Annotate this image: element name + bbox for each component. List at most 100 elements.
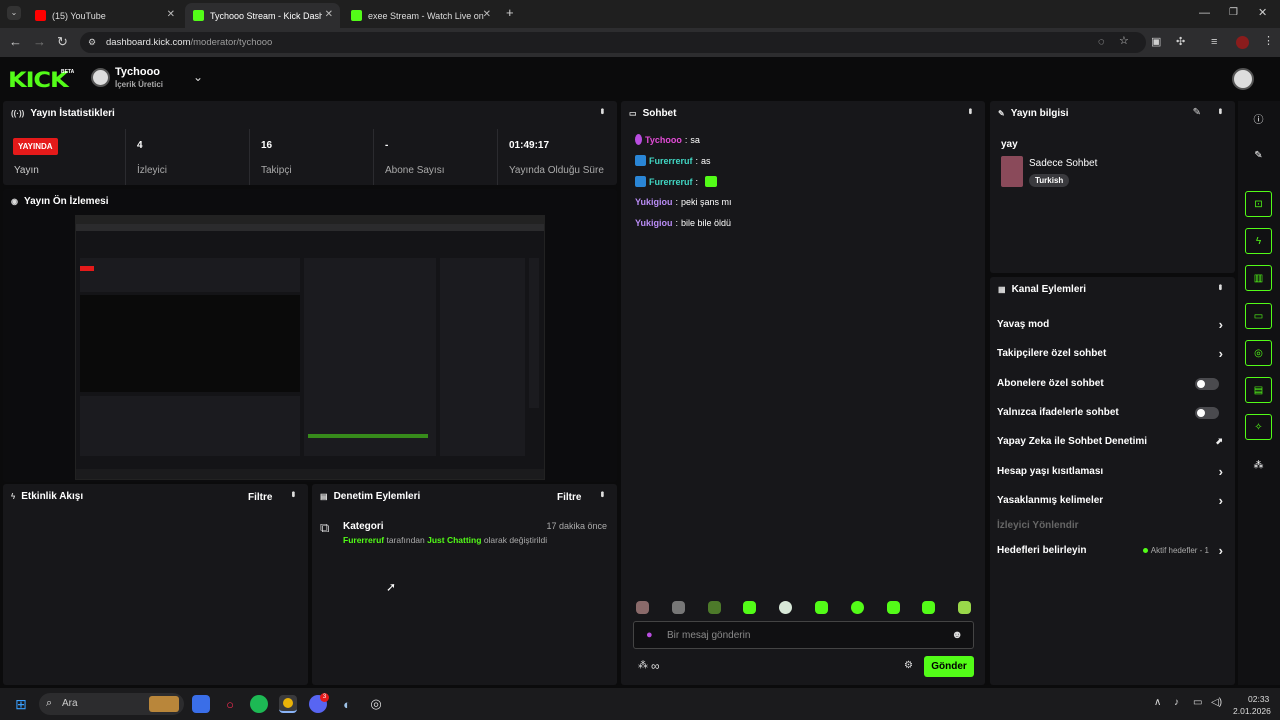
emote-icon[interactable] bbox=[779, 601, 792, 614]
ai-moderation-item[interactable]: Yapay Zeka ile Sohbet Denetimi ⬈ bbox=[997, 436, 1227, 447]
tab-youtube[interactable]: (15) YouTube ✕ bbox=[27, 3, 182, 28]
copilot-icon[interactable] bbox=[192, 695, 210, 713]
log-user[interactable]: Furerreruf bbox=[343, 535, 384, 545]
url-bar[interactable]: dashboard.kick.com/moderator/tychooo bbox=[80, 32, 1146, 53]
preview-channel-actions bbox=[440, 258, 525, 456]
category-thumbnail[interactable] bbox=[1001, 156, 1023, 187]
badges-icon[interactable]: ⁂ bbox=[638, 660, 648, 671]
log-category[interactable]: Just Chatting bbox=[427, 535, 481, 545]
tab-kick-dashboard[interactable]: Tychooo Stream - Kick Dashbo ✕ bbox=[185, 3, 340, 28]
profile-avatar[interactable] bbox=[1236, 36, 1249, 49]
forward-icon[interactable]: → bbox=[33, 35, 46, 48]
emote-icon[interactable] bbox=[708, 601, 721, 614]
chat-input[interactable]: ● Bir mesaj gönderin ☻ bbox=[633, 621, 974, 649]
account-age-item[interactable]: Hesap yaşı kısıtlaması › bbox=[997, 464, 1227, 479]
chat-username[interactable]: Tychooo bbox=[645, 135, 682, 145]
steam-icon[interactable]: ◐ bbox=[338, 695, 356, 713]
eye-off-icon[interactable]: ◌ bbox=[1098, 36, 1105, 48]
channel-switcher-chevron-icon[interactable]: ⌄ bbox=[193, 70, 203, 84]
action-label: Hesap yaşı kısıtlaması bbox=[997, 466, 1104, 477]
browser-menu-icon[interactable]: ⋮ bbox=[1263, 35, 1274, 47]
edit-pencil-icon[interactable]: ✎ bbox=[1193, 107, 1201, 118]
restore-icon[interactable]: ❐ bbox=[1229, 7, 1238, 19]
chat-message[interactable]: Yukigiou: bile bile öldü bbox=[635, 218, 731, 228]
back-icon[interactable]: ← bbox=[9, 35, 22, 48]
moderation-icon[interactable]: ▤ bbox=[1245, 377, 1272, 403]
add-widget-icon[interactable]: ⁂ bbox=[1245, 452, 1272, 478]
new-tab-icon[interactable]: + bbox=[506, 6, 514, 19]
clock-date[interactable]: 2.01.2026 bbox=[1233, 706, 1271, 716]
reload-icon[interactable]: ↻ bbox=[57, 35, 68, 48]
more-icon[interactable]: ••• bbox=[1214, 108, 1225, 113]
chat-username[interactable]: Yukigiou bbox=[635, 218, 673, 228]
more-icon[interactable]: ••• bbox=[596, 108, 607, 113]
goals-item[interactable]: Hedefleri belirleyin Aktif hedefler - 1 … bbox=[997, 543, 1227, 558]
cast-icon[interactable]: ▣ bbox=[1151, 36, 1161, 48]
chat-username[interactable]: Yukigiou bbox=[635, 197, 673, 207]
chat-message[interactable]: Yukigiou: peki şans mı bbox=[635, 197, 732, 207]
tray-chevron-icon[interactable]: ∧ bbox=[1154, 697, 1161, 708]
emote-icon[interactable] bbox=[815, 601, 828, 614]
edit-icon[interactable]: ✎ bbox=[1245, 142, 1272, 168]
banned-words-item[interactable]: Yasaklanmış kelimeler › bbox=[997, 493, 1227, 508]
extensions-icon[interactable]: ✣ bbox=[1176, 36, 1185, 48]
subscribers-only-toggle[interactable] bbox=[1195, 377, 1219, 390]
bookmark-star-icon[interactable]: ☆ bbox=[1119, 35, 1129, 47]
volume-icon[interactable]: ◁) bbox=[1211, 697, 1222, 708]
filter-button[interactable]: Filtre bbox=[248, 492, 272, 503]
slow-mode-item[interactable]: Yavaş mod › bbox=[997, 317, 1227, 332]
send-button[interactable]: Gönder bbox=[924, 656, 974, 677]
minimize-icon[interactable]: — bbox=[1199, 7, 1210, 19]
chat-settings-gear-icon[interactable]: ⚙ bbox=[904, 660, 913, 671]
followers-only-item[interactable]: Takipçilere özel sohbet › bbox=[997, 346, 1227, 361]
user-avatar[interactable] bbox=[1232, 68, 1254, 90]
more-icon[interactable]: ••• bbox=[1214, 284, 1225, 289]
more-icon[interactable]: ••• bbox=[596, 491, 607, 496]
emote-icon[interactable] bbox=[958, 601, 971, 614]
info-icon[interactable]: ⓘ bbox=[1245, 105, 1272, 131]
emote-icon[interactable] bbox=[672, 601, 685, 614]
windows-start-icon[interactable]: ⊞ bbox=[12, 695, 30, 713]
chat-username[interactable]: Furerreruf bbox=[649, 156, 693, 166]
site-info-icon[interactable]: ⚙ bbox=[88, 36, 96, 48]
emoji-icon[interactable]: ☻ bbox=[951, 629, 963, 641]
emote-icon[interactable] bbox=[851, 601, 864, 614]
tab-exee-stream[interactable]: exee Stream - Watch Live on Ki ✕ bbox=[343, 3, 498, 28]
broadcast-icon[interactable]: ◎ bbox=[1245, 340, 1272, 366]
clock-time[interactable]: 02:33 bbox=[1248, 694, 1269, 704]
chat-message[interactable]: Tychooo: sa bbox=[635, 134, 700, 145]
infinity-icon[interactable]: ∞ bbox=[651, 659, 660, 673]
lightning-icon[interactable]: ϟ bbox=[1245, 228, 1272, 254]
screenshot-icon[interactable]: ⊡ bbox=[1245, 191, 1272, 217]
kick-logo[interactable]: KICK bbox=[8, 68, 69, 92]
category-name[interactable]: Sadece Sohbet bbox=[1029, 158, 1097, 169]
emote-icon[interactable] bbox=[743, 601, 756, 614]
preview-video[interactable] bbox=[75, 215, 545, 480]
opera-icon[interactable]: ○ bbox=[221, 695, 239, 713]
taskbar-search[interactable]: ⌕ Ara bbox=[39, 693, 184, 715]
obs-icon[interactable]: ◎ bbox=[367, 695, 385, 713]
close-icon[interactable]: ✕ bbox=[483, 9, 491, 20]
chat-bubble-icon[interactable]: ▭ bbox=[1245, 303, 1272, 329]
monitor-icon[interactable]: ▭ bbox=[1193, 697, 1202, 708]
microphone-icon[interactable]: ♪ bbox=[1174, 697, 1179, 708]
filter-button[interactable]: Filtre bbox=[557, 492, 581, 503]
window-close-icon[interactable]: ✕ bbox=[1258, 7, 1267, 19]
chat-message[interactable]: Furerreruf: bbox=[635, 176, 718, 187]
notes-icon[interactable]: ▥ bbox=[1245, 265, 1272, 291]
emote-icon[interactable] bbox=[636, 601, 649, 614]
emote-icon[interactable] bbox=[887, 601, 900, 614]
close-icon[interactable]: ✕ bbox=[167, 9, 175, 20]
more-icon[interactable]: ••• bbox=[287, 491, 298, 496]
tab-search-button[interactable]: ⌄ bbox=[7, 6, 21, 20]
more-icon[interactable]: ••• bbox=[964, 108, 975, 113]
chat-username[interactable]: Furerreruf bbox=[649, 177, 693, 187]
chat-message[interactable]: Furerreruf: as bbox=[635, 155, 711, 166]
spotify-icon[interactable] bbox=[250, 695, 268, 713]
emote-icon[interactable] bbox=[922, 601, 935, 614]
emote-only-toggle[interactable] bbox=[1195, 406, 1219, 419]
wrench-icon[interactable]: ✧ bbox=[1245, 414, 1272, 440]
close-icon[interactable]: ✕ bbox=[325, 9, 333, 20]
chrome-icon[interactable] bbox=[279, 695, 297, 713]
media-icon[interactable]: ≡ bbox=[1211, 36, 1217, 48]
